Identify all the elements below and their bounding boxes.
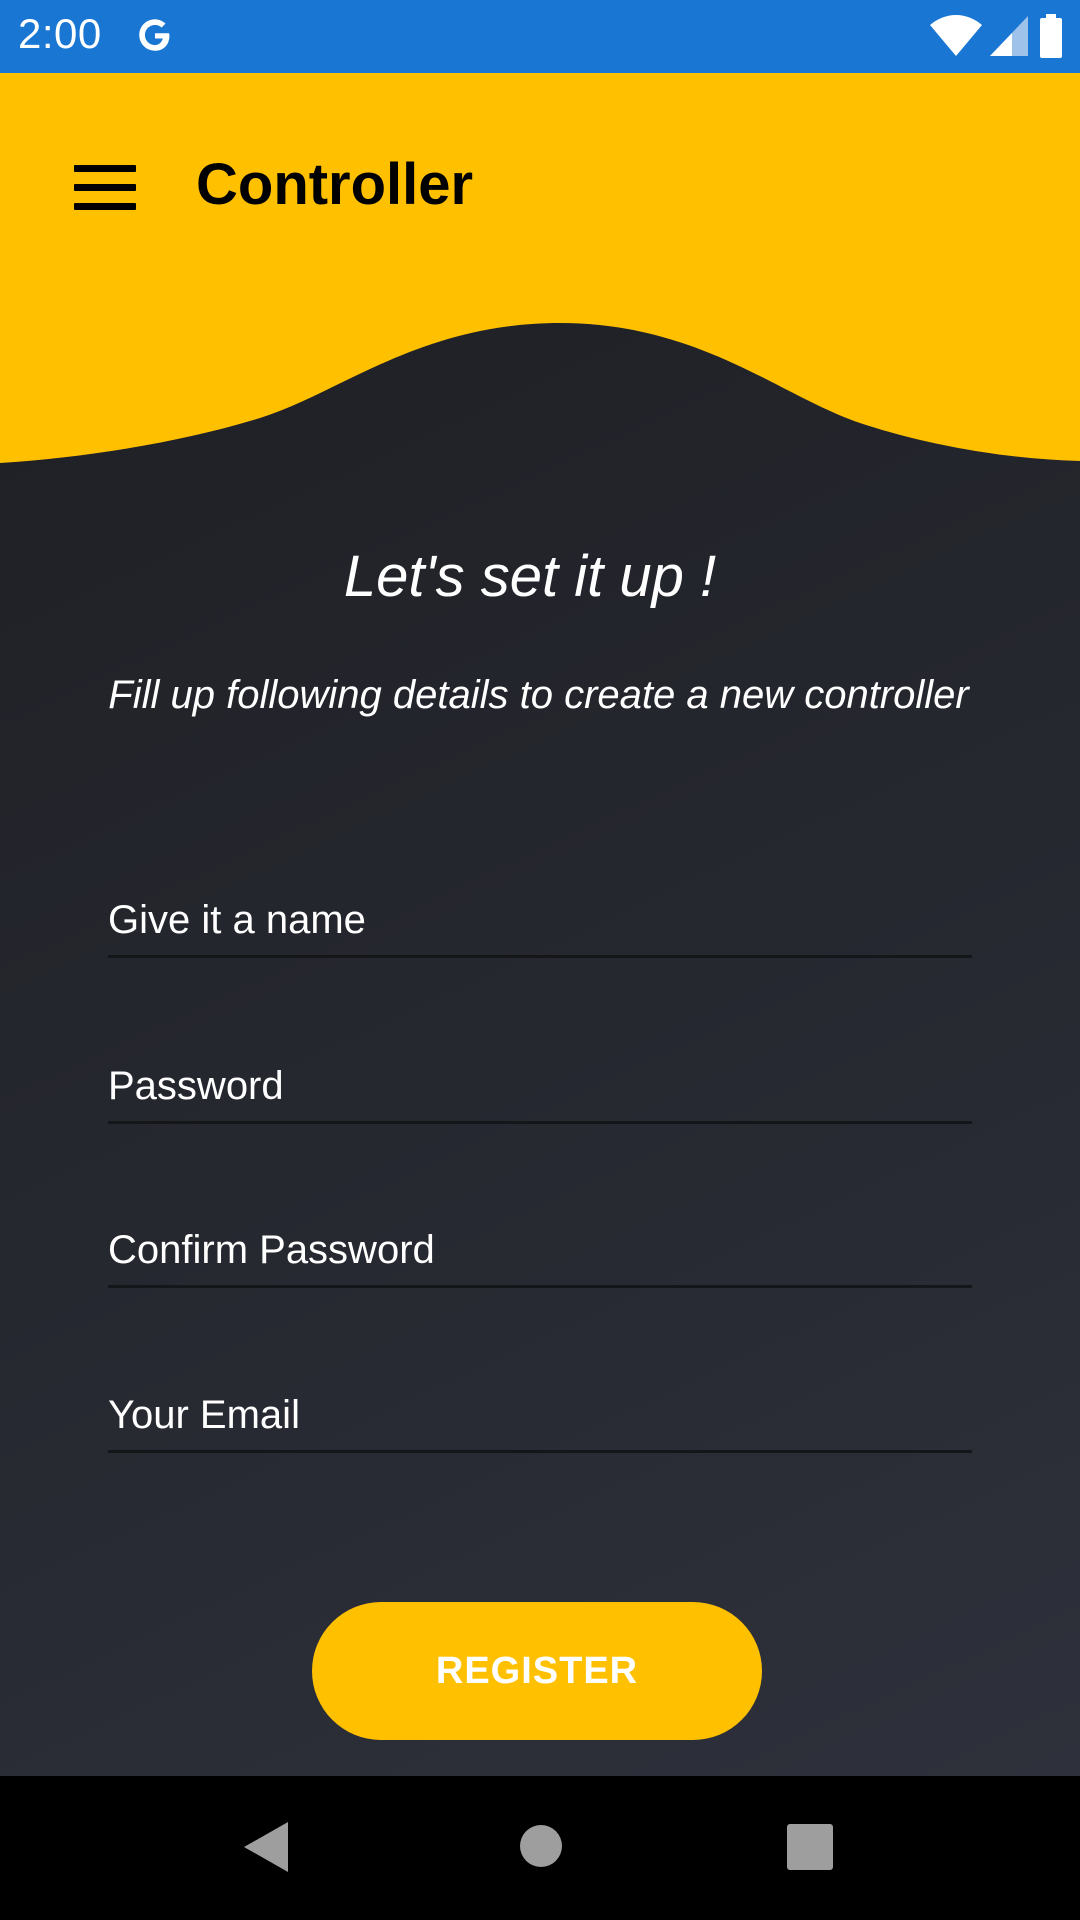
header-wave <box>0 73 1080 463</box>
password-field[interactable] <box>108 1051 972 1124</box>
home-icon[interactable] <box>519 1824 563 1868</box>
google-g-icon <box>139 19 170 51</box>
setup-subtitle: Fill up following details to create a ne… <box>108 673 969 717</box>
register-screen: Controller Let's set it up ! Fill up fol… <box>0 73 1080 1776</box>
signal-icon <box>990 16 1028 56</box>
wifi-icon <box>930 15 982 56</box>
register-button[interactable]: REGISTER <box>312 1602 762 1740</box>
email-field[interactable] <box>108 1380 972 1453</box>
email-input[interactable] <box>108 1380 972 1450</box>
app-title: Controller <box>196 152 474 217</box>
navigation-bar <box>0 1776 1080 1920</box>
back-icon[interactable] <box>244 1822 288 1872</box>
name-input[interactable] <box>108 885 972 955</box>
recents-icon[interactable] <box>787 1824 833 1870</box>
confirm-password-input[interactable] <box>108 1215 972 1285</box>
status-bar: 2:00 <box>0 0 1080 73</box>
status-time: 2:00 <box>18 10 102 57</box>
password-input[interactable] <box>108 1051 972 1121</box>
hamburger-menu-icon[interactable] <box>74 165 136 211</box>
setup-headline: Let's set it up ! <box>343 544 717 609</box>
battery-icon <box>1040 14 1062 58</box>
name-field[interactable] <box>108 885 972 958</box>
confirm-password-field[interactable] <box>108 1215 972 1288</box>
